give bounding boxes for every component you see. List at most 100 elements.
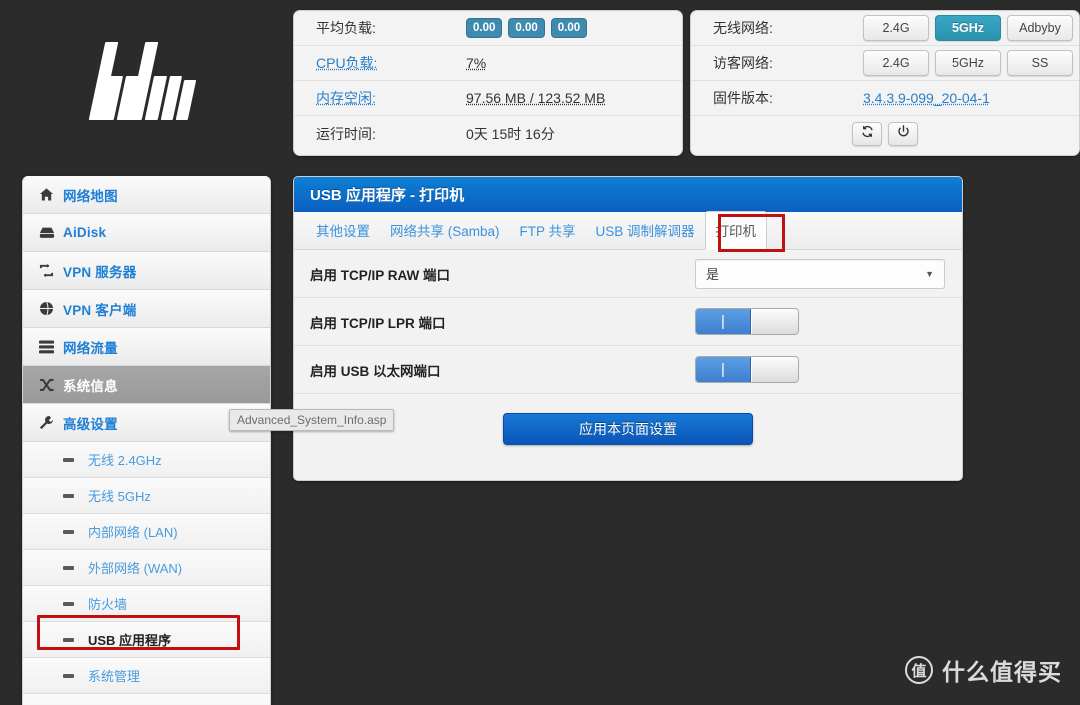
dash-icon bbox=[63, 601, 74, 606]
wireless-24g-button[interactable]: 2.4G bbox=[863, 15, 929, 41]
sidebar-label: 系统信息 bbox=[63, 378, 118, 394]
toggle-bar-icon: | bbox=[721, 313, 725, 330]
status-row-firmware: 固件版本: 3.4.3.9-099_20-04-1 bbox=[691, 81, 1079, 116]
wireless-5ghz-button[interactable]: 5GHz bbox=[935, 15, 1001, 41]
dash-icon bbox=[63, 565, 74, 570]
tcpip-raw-port-value: 是 bbox=[706, 267, 720, 282]
toggle-on-segment: | bbox=[696, 357, 751, 382]
tcpip-raw-port-label: 启用 TCP/IP RAW 端口 bbox=[310, 267, 451, 283]
pdcn-wordmark-logo bbox=[88, 42, 205, 120]
status-row-load-average: 平均负载: 0.00 0.00 0.00 bbox=[294, 11, 682, 46]
content-tab-bar: 其他设置 网络共享 (Samba) FTP 共享 USB 调制解调器 打印机 bbox=[294, 211, 962, 250]
loop-icon bbox=[39, 263, 63, 278]
tab-samba-share[interactable]: 网络共享 (Samba) bbox=[380, 212, 510, 249]
load-badge-15m: 0.00 bbox=[550, 17, 588, 39]
sidebar-label: VPN 客户端 bbox=[63, 302, 137, 318]
usb-ethernet-port-toggle[interactable]: | bbox=[695, 356, 799, 383]
toggle-knob bbox=[751, 309, 798, 334]
sidebar-item-network-map[interactable]: 网络地图 bbox=[23, 176, 270, 214]
sidebar-sublabel: 外部网络 (WAN) bbox=[88, 561, 183, 576]
tab-ftp-share[interactable]: FTP 共享 bbox=[510, 212, 586, 249]
globe-icon bbox=[39, 301, 63, 316]
status-row-actions bbox=[691, 116, 1079, 151]
sidebar-sublabel: USB 应用程序 bbox=[88, 633, 172, 648]
firmware-label: 固件版本: bbox=[713, 90, 773, 106]
form-row-tcpip-lpr-port: 启用 TCP/IP LPR 端口 | bbox=[294, 298, 962, 346]
guest-24g-button[interactable]: 2.4G bbox=[863, 50, 929, 76]
status-row-cpu-load: CPU负载: 7% bbox=[294, 46, 682, 81]
dash-icon bbox=[63, 493, 74, 498]
memory-free-value: 97.56 MB / 123.52 MB bbox=[466, 90, 606, 106]
cpu-load-value: 7% bbox=[466, 55, 487, 71]
status-row-memory-free: 内存空闲: 97.56 MB / 123.52 MB bbox=[294, 81, 682, 116]
dash-icon bbox=[63, 637, 74, 642]
guest-ss-button[interactable]: SS bbox=[1007, 50, 1073, 76]
sidebar-label: AiDisk bbox=[63, 225, 107, 240]
sidebar-item-network-traffic[interactable]: 网络流量 bbox=[23, 328, 270, 366]
guest-network-label: 访客网络: bbox=[713, 55, 773, 71]
sidebar-item-vpn-client[interactable]: VPN 客户端 bbox=[23, 290, 270, 328]
sidebar-sublabel: 防火墙 bbox=[88, 597, 128, 612]
uptime-label: 运行时间: bbox=[316, 125, 376, 142]
dash-icon bbox=[63, 457, 74, 462]
sidebar-sublabel: 系统管理 bbox=[88, 669, 141, 684]
load-average-label: 平均负载: bbox=[316, 20, 376, 36]
sidebar-subitem-wireless-24ghz[interactable]: 无线 2.4GHz bbox=[23, 442, 270, 478]
apply-settings-button[interactable]: 应用本页面设置 bbox=[503, 413, 753, 445]
sidebar-subitem-system-admin[interactable]: 系统管理 bbox=[23, 658, 270, 694]
sidebar-subitem-firewall[interactable]: 防火墙 bbox=[23, 586, 270, 622]
sidebar-subitem-usb-application[interactable]: USB 应用程序 bbox=[23, 622, 270, 658]
memory-free-label[interactable]: 内存空闲: bbox=[316, 88, 466, 108]
tab-printer[interactable]: 打印机 bbox=[704, 211, 768, 250]
watermark-logo-icon: 值 bbox=[905, 656, 933, 684]
chevron-down-icon: ▼ bbox=[925, 268, 934, 279]
system-status-panel: 平均负载: 0.00 0.00 0.00 CPU负载: 7% 内存空闲: 97.… bbox=[293, 10, 683, 156]
reboot-refresh-button[interactable] bbox=[852, 121, 882, 146]
disk-icon bbox=[39, 226, 63, 240]
firmware-version-value[interactable]: 3.4.3.9-099_20-04-1 bbox=[863, 90, 990, 106]
sidebar-item-system-info[interactable]: 系统信息 bbox=[23, 366, 270, 404]
form-row-usb-ethernet-port: 启用 USB 以太网端口 | bbox=[294, 346, 962, 394]
uptime-value: 0天 15时 16分 bbox=[466, 125, 555, 142]
sidebar-sublabel: 无线 2.4GHz bbox=[88, 453, 162, 468]
tab-other-settings[interactable]: 其他设置 bbox=[306, 212, 380, 249]
cpu-load-label[interactable]: CPU负载: bbox=[316, 53, 466, 73]
wrench-icon bbox=[39, 415, 63, 430]
home-icon bbox=[39, 187, 63, 202]
guest-band-buttons: 2.4G 5GHz SS bbox=[863, 50, 1073, 76]
tcpip-raw-port-select[interactable]: 是 ▼ bbox=[695, 258, 945, 289]
sidebar-sublabel: 无线 5GHz bbox=[88, 489, 151, 504]
sidebar-item-vpn-server[interactable]: VPN 服务器 bbox=[23, 252, 270, 290]
load-badge-1m: 0.00 bbox=[466, 17, 503, 39]
tcpip-lpr-port-label: 启用 TCP/IP LPR 端口 bbox=[310, 315, 446, 331]
sidebar-subitem-wireless-5ghz[interactable]: 无线 5GHz bbox=[23, 478, 270, 514]
power-icon bbox=[897, 124, 910, 143]
toggle-bar-icon: | bbox=[721, 361, 725, 378]
sidebar-subitem-wan[interactable]: 外部网络 (WAN) bbox=[23, 550, 270, 586]
dash-icon bbox=[63, 529, 74, 534]
status-row-wireless: 无线网络: 2.4G 5GHz Adbyby bbox=[691, 11, 1079, 46]
sidebar-subitem-lan[interactable]: 内部网络 (LAN) bbox=[23, 514, 270, 550]
refresh-icon bbox=[861, 125, 874, 143]
load-badge-5m: 0.00 bbox=[508, 17, 545, 39]
toggle-knob bbox=[751, 357, 798, 382]
guest-5ghz-button[interactable]: 5GHz bbox=[935, 50, 1001, 76]
sidebar-label: 高级设置 bbox=[63, 416, 118, 432]
tcpip-lpr-port-toggle[interactable]: | bbox=[695, 308, 799, 335]
tab-usb-modem[interactable]: USB 调制解调器 bbox=[586, 212, 705, 249]
toggle-on-segment: | bbox=[696, 309, 751, 334]
wireless-adbyby-button[interactable]: Adbyby bbox=[1007, 15, 1073, 41]
sidebar-label: VPN 服务器 bbox=[63, 264, 137, 280]
sidebar-subitem-custom-settings[interactable]: 自定义设置 bbox=[23, 694, 270, 705]
power-button[interactable] bbox=[888, 121, 918, 146]
router-admin-page: 平均负载: 0.00 0.00 0.00 CPU负载: 7% 内存空闲: 97.… bbox=[0, 0, 1080, 705]
sidebar-item-aidisk[interactable]: AiDisk bbox=[23, 214, 270, 252]
brand-logo bbox=[0, 0, 293, 162]
sidebar-sublabel: 内部网络 (LAN) bbox=[88, 525, 178, 540]
watermark: 值 什么值得买 bbox=[905, 653, 1062, 687]
wireless-label: 无线网络: bbox=[713, 20, 773, 36]
main-content-panel: USB 应用程序 - 打印机 其他设置 网络共享 (Samba) FTP 共享 … bbox=[293, 176, 963, 481]
sidebar-label: 网络地图 bbox=[63, 188, 118, 204]
system-action-buttons bbox=[852, 121, 918, 146]
apply-button-zone: 应用本页面设置 bbox=[294, 394, 962, 464]
